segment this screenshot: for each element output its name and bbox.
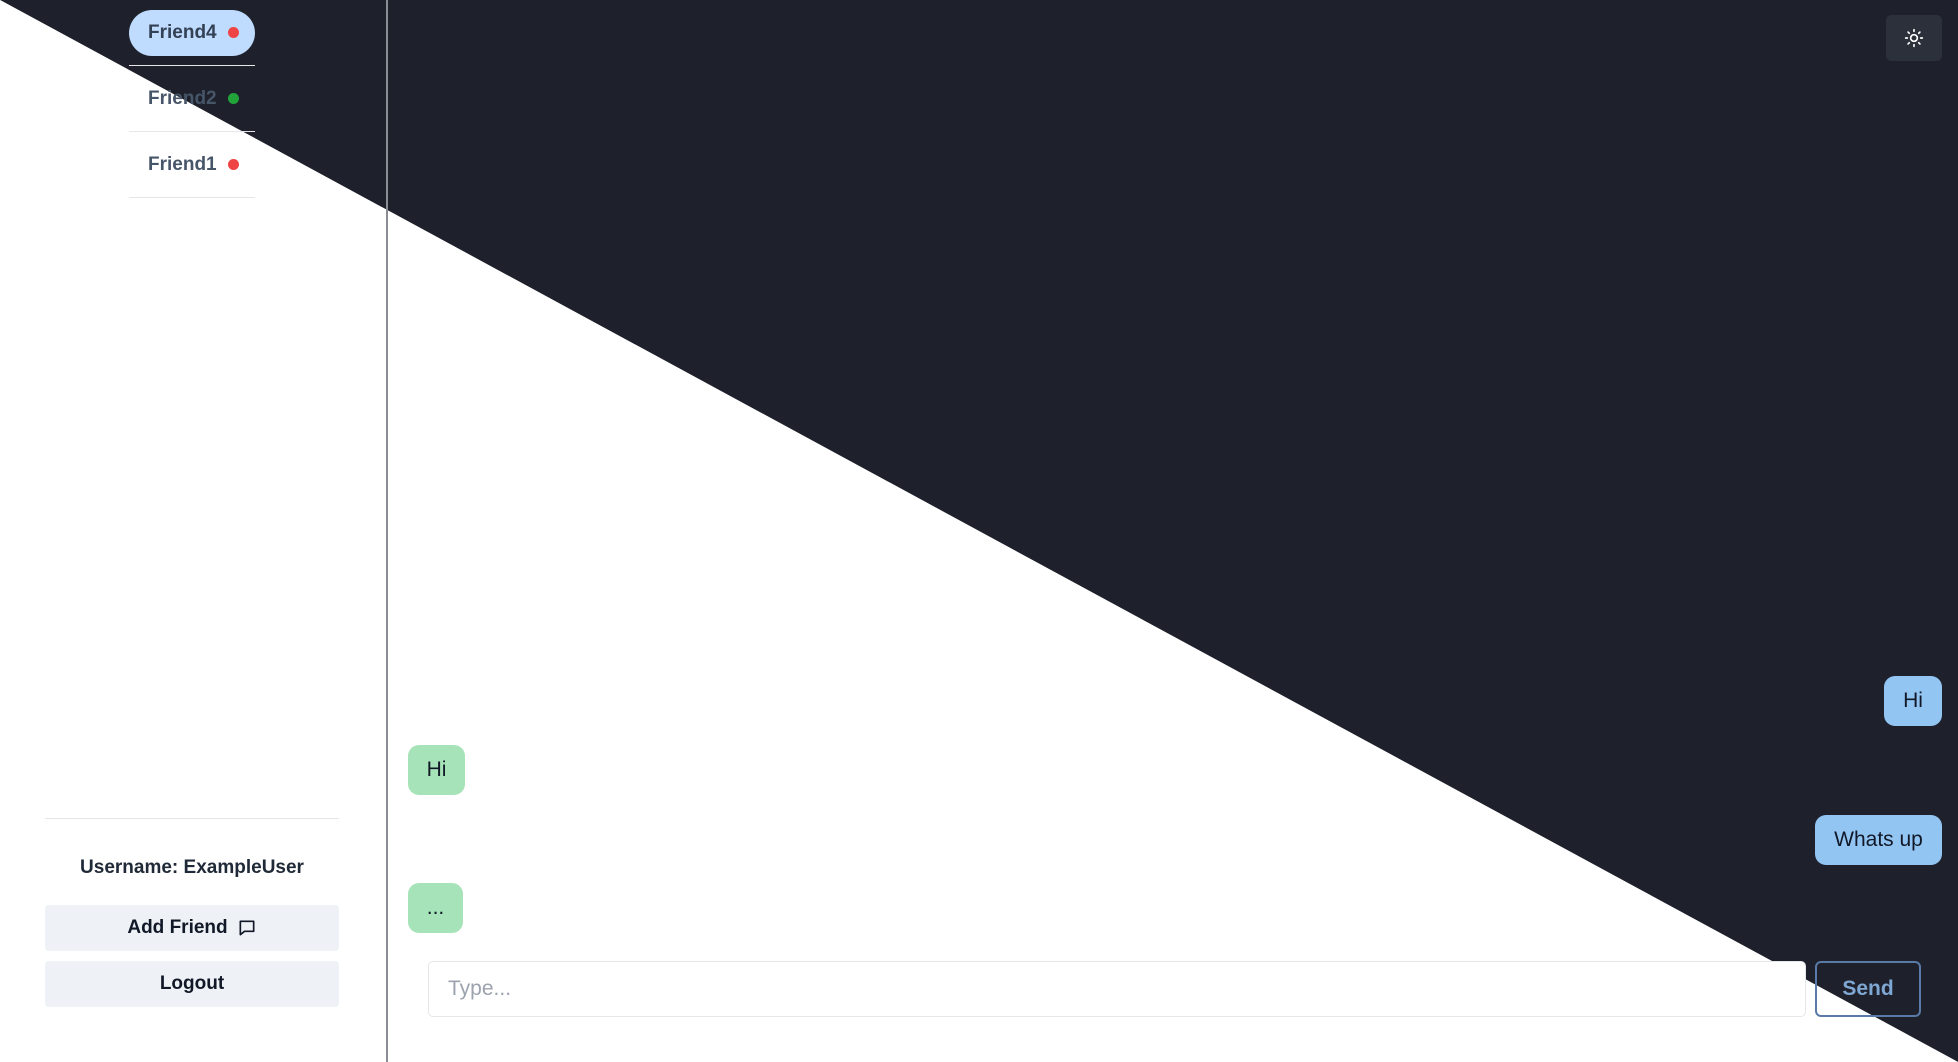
message-text: Whats up — [1834, 828, 1923, 851]
friend-name: Friend4 — [148, 21, 217, 43]
friend-pill[interactable]: Friend1 — [129, 142, 255, 188]
account-panel: Username: ExampleUser Add Friend Logout — [45, 818, 339, 1007]
sun-icon — [1904, 28, 1924, 48]
friend-item-friend2[interactable]: Friend2 — [129, 66, 255, 132]
username-label: Username: ExampleUser — [80, 857, 304, 878]
offline-status-dot — [227, 159, 239, 170]
friend-pill[interactable]: Friend2 — [129, 76, 255, 122]
send-button[interactable]: Send — [1815, 961, 1921, 1017]
add-friend-label: Add Friend — [127, 917, 228, 938]
send-label: Send — [1842, 977, 1894, 1000]
logout-button[interactable]: Logout — [45, 961, 339, 1007]
message-bubble-received: ... — [408, 883, 463, 933]
offline-status-dot — [227, 27, 239, 38]
friend-item-friend4[interactable]: Friend4 — [129, 0, 255, 66]
friend-name: Friend2 — [148, 87, 217, 109]
friend-name: Friend1 — [148, 153, 217, 175]
add-friend-button[interactable]: Add Friend — [45, 905, 339, 951]
friend-pill[interactable]: Friend4 — [129, 9, 255, 56]
online-status-dot — [227, 93, 239, 104]
message-bubble-sent: Whats up — [1815, 815, 1942, 865]
sidebar: Friend4 Friend2 Friend1 Username: Exampl… — [0, 0, 388, 1062]
message-text: Hi — [426, 758, 447, 781]
message-bubble-sent: Hi — [1884, 676, 1942, 726]
message-bubble-received: Hi — [408, 745, 465, 795]
message-square-icon — [239, 920, 255, 936]
friend-item-friend1[interactable]: Friend1 — [129, 132, 255, 198]
message-text: ... — [426, 896, 445, 919]
message-input[interactable] — [428, 961, 1806, 1017]
message-text: Hi — [1903, 689, 1923, 712]
theme-toggle-button[interactable] — [1886, 15, 1942, 61]
friend-list: Friend4 Friend2 Friend1 — [129, 0, 255, 198]
logout-label: Logout — [159, 973, 225, 994]
